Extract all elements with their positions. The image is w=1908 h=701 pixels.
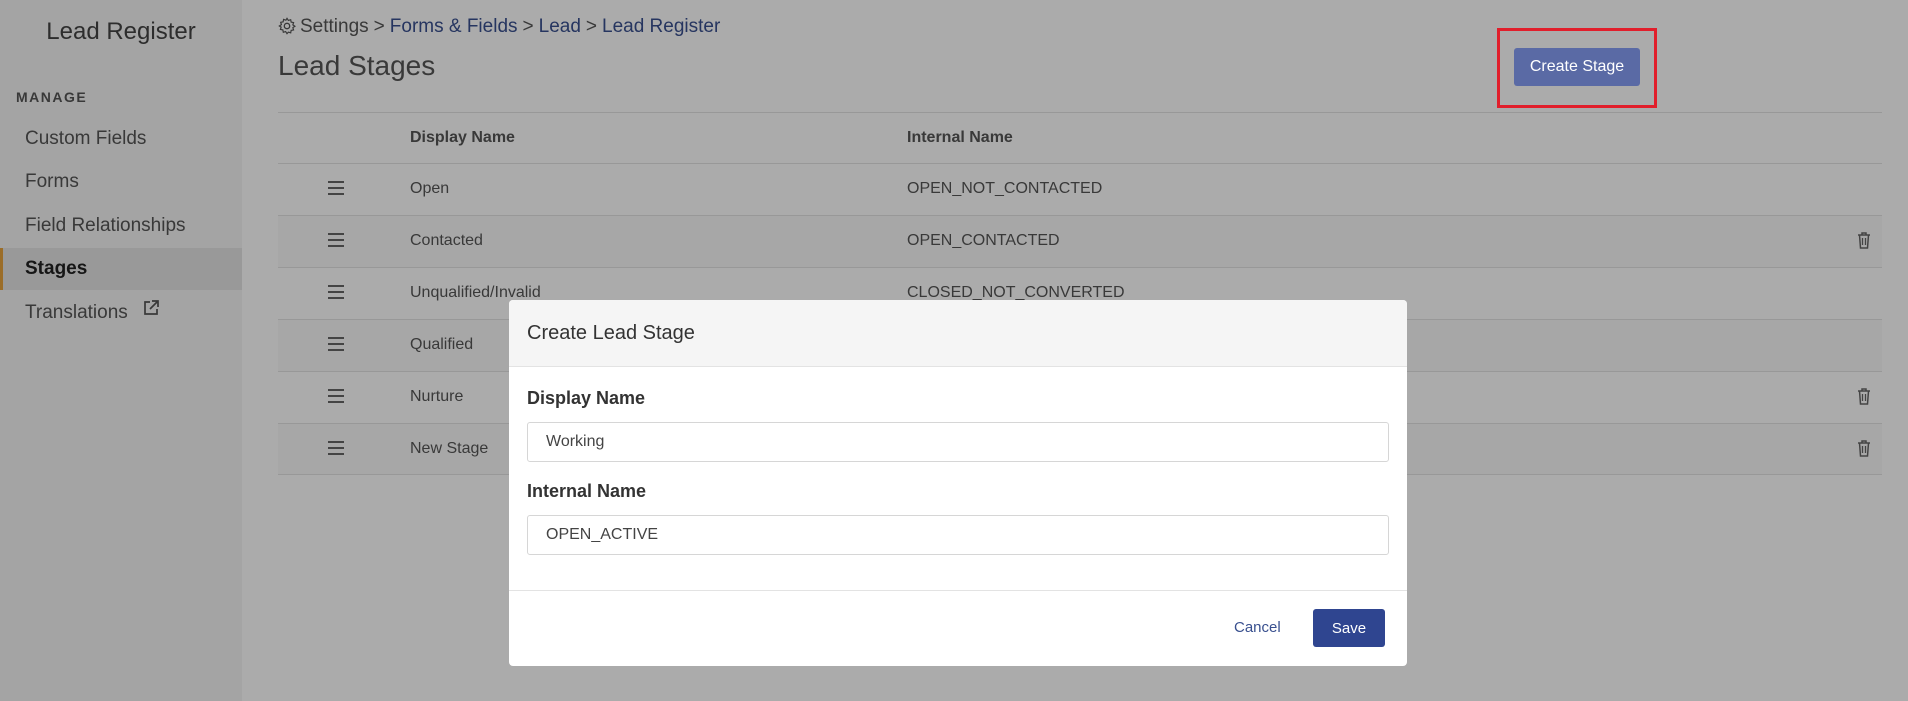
cancel-button[interactable]: Cancel [1234,619,1281,636]
display-name-input[interactable] [527,422,1389,462]
dialog-header: Create Lead Stage [509,300,1407,367]
create-lead-stage-dialog: Create Lead Stage Display Name Internal … [509,300,1407,666]
save-button[interactable]: Save [1313,609,1385,647]
internal-name-input[interactable] [527,515,1389,555]
dialog-footer: Cancel Save [509,590,1407,666]
highlight-box [1497,28,1657,108]
dialog-title: Create Lead Stage [527,322,695,344]
display-name-label: Display Name [527,388,646,408]
internal-name-label: Internal Name [527,481,647,501]
